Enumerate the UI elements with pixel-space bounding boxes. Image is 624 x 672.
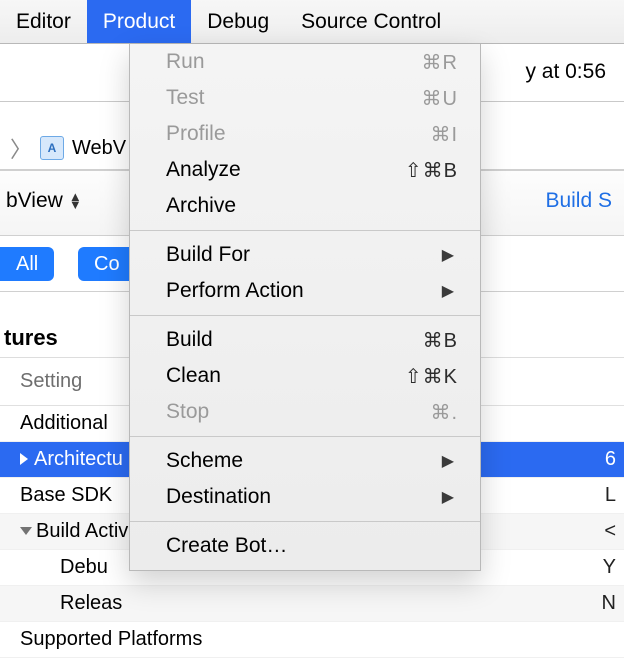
disclosure-triangle-icon (20, 527, 32, 535)
filter-combined-button[interactable]: Co (78, 247, 136, 281)
setting-value: Y (603, 556, 616, 579)
menu-item-stop: Stop⌘. (130, 394, 480, 430)
menu-separator (130, 436, 480, 437)
menu-item-build-for[interactable]: Build For▶ (130, 237, 480, 273)
menu-item-run: Run⌘R (130, 44, 480, 80)
menu-separator (130, 521, 480, 522)
product-menu-dropdown: Run⌘RTest⌘UProfile⌘IAnalyze⇧⌘BArchiveBui… (129, 44, 481, 571)
path-chevron-icon: 〉 (10, 132, 32, 164)
menu-item-label: Create Bot… (166, 534, 458, 558)
menu-shortcut: ⌘I (430, 122, 458, 147)
submenu-chevron-icon: ▶ (442, 281, 458, 301)
menu-shortcut: ⇧⌘K (405, 364, 458, 389)
menu-item-analyze[interactable]: Analyze⇧⌘B (130, 152, 480, 188)
menu-item-label: Perform Action (166, 279, 442, 303)
submenu-chevron-icon: ▶ (442, 487, 458, 507)
menu-item-label: Clean (166, 364, 405, 388)
setting-label: Releas (60, 592, 624, 615)
project-icon (40, 136, 64, 160)
menu-item-create-bot[interactable]: Create Bot… (130, 528, 480, 564)
menu-shortcut: ⌘B (423, 328, 458, 353)
menu-item-build[interactable]: Build⌘B (130, 322, 480, 358)
menu-shortcut: ⌘R (422, 50, 458, 75)
menu-item-destination[interactable]: Destination▶ (130, 479, 480, 515)
menu-item-label: Build For (166, 243, 442, 267)
setting-value: N (602, 592, 616, 615)
status-time: y at 0:56 (525, 60, 606, 84)
menu-separator (130, 230, 480, 231)
menu-item-label: Destination (166, 485, 442, 509)
target-popup[interactable]: bView ▲▼ (6, 189, 82, 213)
setting-value: L (605, 484, 616, 507)
disclosure-triangle-icon (20, 453, 28, 465)
updown-icon: ▲▼ (69, 193, 82, 209)
menu-item-scheme[interactable]: Scheme▶ (130, 443, 480, 479)
build-settings-link[interactable]: Build S (545, 189, 612, 213)
setting-label: Supported Platforms (20, 628, 624, 651)
setting-value: < (604, 520, 616, 543)
menu-shortcut: ⇧⌘B (405, 158, 458, 183)
menu-item-label: Stop (166, 400, 430, 424)
menu-item-label: Scheme (166, 449, 442, 473)
menu-item-perform-action[interactable]: Perform Action▶ (130, 273, 480, 309)
menu-separator (130, 315, 480, 316)
menu-item-label: Test (166, 86, 422, 110)
menu-item-profile: Profile⌘I (130, 116, 480, 152)
menu-item-archive[interactable]: Archive (130, 188, 480, 224)
setting-row[interactable]: ReleasN (0, 586, 624, 622)
setting-row[interactable]: Supported Platforms (0, 622, 624, 658)
submenu-chevron-icon: ▶ (442, 451, 458, 471)
menu-shortcut: ⌘U (422, 86, 458, 111)
menu-item-label: Profile (166, 122, 430, 146)
menu-item-label: Build (166, 328, 423, 352)
submenu-chevron-icon: ▶ (442, 245, 458, 265)
menu-item-clean[interactable]: Clean⇧⌘K (130, 358, 480, 394)
menu-item-label: Archive (166, 194, 458, 218)
menu-item-label: Analyze (166, 158, 405, 182)
project-name[interactable]: WebV (72, 137, 126, 160)
menu-item-label: Run (166, 50, 422, 74)
filter-all-button[interactable]: All (0, 247, 54, 281)
menu-item-test: Test⌘U (130, 80, 480, 116)
menu-shortcut: ⌘. (430, 400, 458, 425)
setting-value: 6 (605, 448, 616, 471)
